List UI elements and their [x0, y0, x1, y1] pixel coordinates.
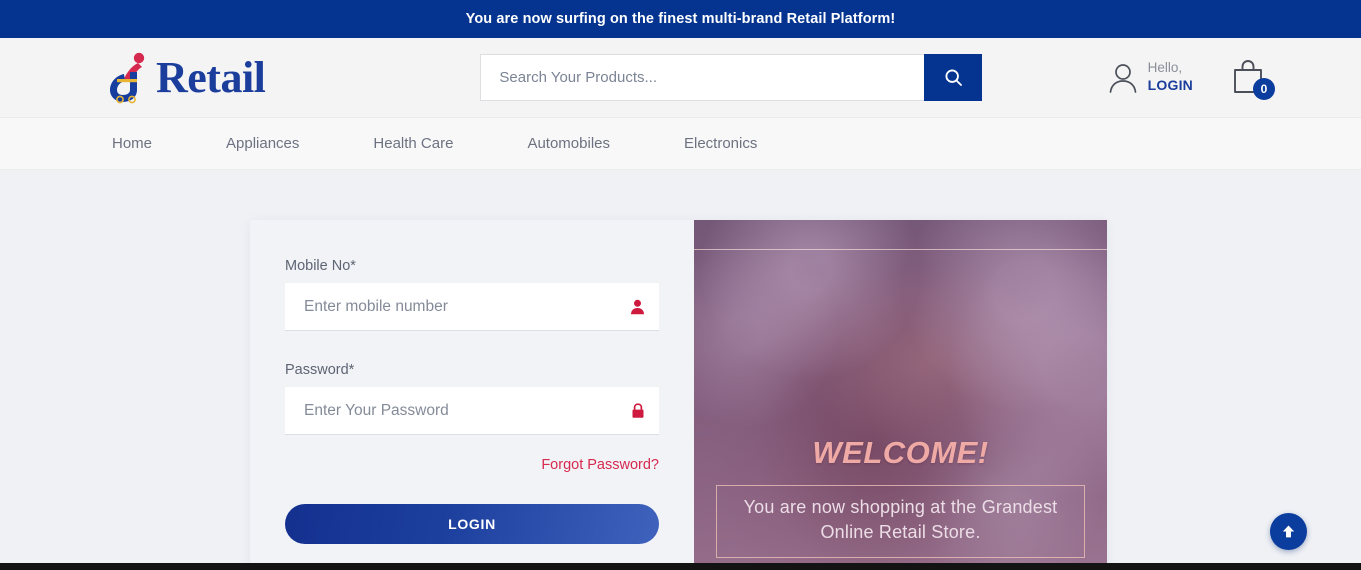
login-panel: Mobile No* Password*	[250, 220, 1107, 570]
hero-text-block: WELCOME! You are now shopping at the Gra…	[694, 435, 1107, 570]
forgot-password-row: Forgot Password?	[285, 456, 659, 474]
nav-item-electronics[interactable]: Electronics	[684, 135, 757, 152]
account-login-link[interactable]: Hello, LOGIN	[1107, 60, 1193, 94]
site-header: Retail Hello, LOGIN	[0, 38, 1361, 118]
greeting-text: Hello,	[1147, 60, 1183, 76]
nav-item-home[interactable]: Home	[112, 135, 152, 152]
hero-heading: WELCOME!	[812, 434, 989, 470]
site-logo[interactable]: Retail	[108, 52, 266, 104]
hero-divider-line	[694, 249, 1107, 250]
user-icon	[1109, 63, 1137, 93]
header-actions: Hello, LOGIN 0	[1107, 59, 1275, 100]
password-field-icon	[631, 402, 645, 419]
mobile-field-label: Mobile No*	[285, 258, 356, 274]
lock-icon	[632, 402, 644, 418]
page-root: You are now surfing on the finest multi-…	[0, 0, 1361, 570]
hero-subheading: You are now shopping at the Grandest Onl…	[743, 496, 1058, 543]
announcement-text: You are now surfing on the finest multi-…	[465, 11, 896, 27]
search-button[interactable]	[924, 54, 983, 101]
main-navigation: Home Appliances Health Care Automobiles …	[0, 118, 1361, 170]
login-link-label: LOGIN	[1147, 77, 1193, 94]
nav-item-health-care[interactable]: Health Care	[373, 135, 453, 152]
hero-panel: WELCOME! You are now shopping at the Gra…	[694, 220, 1107, 570]
forgot-password-link[interactable]: Forgot Password?	[541, 457, 659, 473]
hero-subheading-box: You are now shopping at the Grandest Onl…	[716, 484, 1085, 558]
login-form: Mobile No* Password*	[250, 220, 694, 570]
search-icon	[945, 69, 962, 86]
retail-shopper-logo-icon	[110, 52, 145, 103]
announcement-banner: You are now surfing on the finest multi-…	[0, 0, 1361, 38]
main-content: Mobile No* Password*	[0, 170, 1361, 570]
login-submit-button[interactable]: LOGIN	[285, 504, 659, 544]
mobile-input[interactable]	[285, 283, 659, 330]
cart-count-badge: 0	[1253, 78, 1275, 100]
mobile-input-row	[285, 283, 659, 331]
cart-button[interactable]: 0	[1231, 59, 1275, 100]
password-input[interactable]	[285, 387, 659, 434]
search-input[interactable]	[480, 54, 925, 101]
scroll-to-top-button[interactable]	[1270, 513, 1307, 550]
user-icon	[631, 299, 644, 314]
arrow-up-icon	[1282, 525, 1295, 538]
search-bar	[480, 54, 983, 101]
mobile-field-icon	[630, 299, 645, 315]
password-field-label: Password*	[285, 362, 355, 378]
nav-item-appliances[interactable]: Appliances	[226, 135, 299, 152]
viewport-bottom-edge	[0, 563, 1361, 570]
account-text-block: Hello, LOGIN	[1148, 60, 1193, 94]
password-input-row	[285, 387, 659, 435]
nav-item-automobiles[interactable]: Automobiles	[527, 135, 610, 152]
logo-text: Retail	[156, 52, 266, 102]
